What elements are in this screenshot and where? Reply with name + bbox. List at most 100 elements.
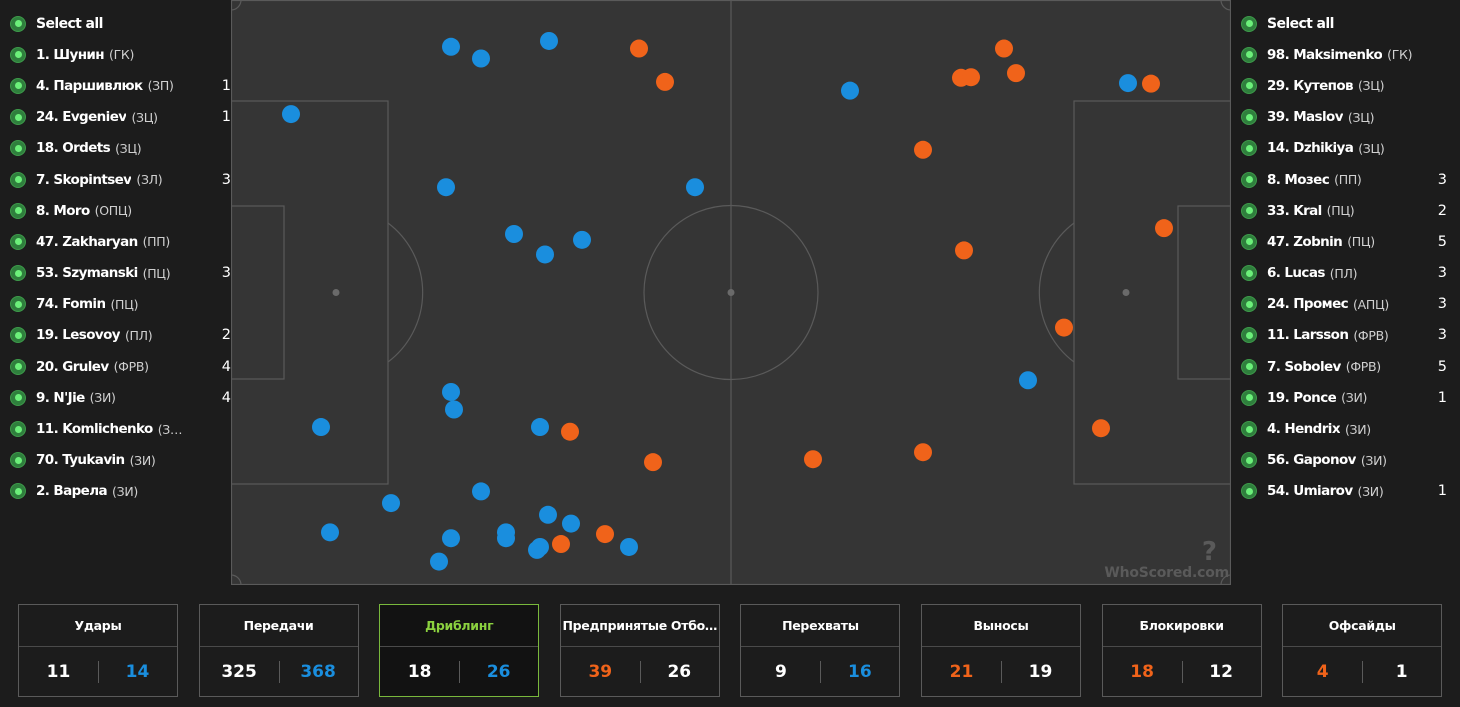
player-row[interactable]: 74. Fomin (ПЦ) [10,289,235,320]
home-event-dot[interactable] [472,482,490,501]
away-select-all[interactable]: Select all [1241,8,1451,39]
home-event-dot[interactable] [573,230,591,249]
player-row[interactable]: 1. Шунин (ГК) [10,39,235,70]
player-row[interactable]: 20. Grulev (ФРВ) 4 [10,351,235,382]
home-event-dot[interactable] [442,37,460,56]
player-event-count: 3 [221,171,231,188]
player-row[interactable]: 4. Hendrix (ЗИ) [1241,413,1451,444]
home-event-dot[interactable] [505,225,523,243]
away-event-dot[interactable] [914,140,932,159]
home-event-dot[interactable] [841,81,859,100]
player-row[interactable]: 47. Zobnin (ПЦ) 5 [1241,226,1451,257]
away-event-dot[interactable] [561,422,579,441]
stat-left-value: 18 [407,662,432,682]
home-event-dot[interactable] [620,537,638,556]
player-row[interactable]: 24. Evgeniev (ЗЦ) 1 [10,102,235,133]
away-event-dot[interactable] [1142,74,1160,93]
away-event-dot[interactable] [962,68,980,87]
player-row[interactable]: 53. Szymanski (ПЦ) 3 [10,258,235,289]
player-position: (ЗЦ) [131,109,158,125]
home-event-dot[interactable] [442,529,460,548]
player-row[interactable]: 98. Maksimenko (ГК) [1241,39,1451,70]
home-event-dot[interactable] [539,505,557,524]
player-row[interactable]: 11. Larsson (ФРВ) 3 [1241,320,1451,351]
stat-title: Офсайды [1283,605,1442,647]
away-event-dot[interactable] [552,535,570,554]
player-name: 24. Evgeniev [36,109,127,126]
stat-tab[interactable]: Предпринятые Отбо… 39 26 [559,604,720,697]
home-event-dot[interactable] [437,178,455,197]
player-row[interactable]: 6. Lucas (ПЛ) 3 [1241,258,1451,289]
player-event-count: 1 [1437,389,1447,406]
away-event-dot[interactable] [804,450,822,469]
home-event-dot[interactable] [497,529,515,548]
home-event-dot[interactable] [536,245,554,264]
player-row[interactable]: 70. Tyukavin (ЗИ) [10,445,235,476]
home-event-dot[interactable] [686,178,704,197]
player-row[interactable]: 54. Umiarov (ЗИ) 1 [1241,476,1451,507]
player-name: 19. Lesovoy [36,327,120,344]
away-event-dot[interactable] [914,443,932,462]
away-event-dot[interactable] [596,525,614,544]
player-position: (ФРВ) [113,359,149,375]
player-row[interactable]: 7. Sobolev (ФРВ) 5 [1241,351,1451,382]
home-event-dot[interactable] [282,105,300,124]
home-select-all[interactable]: Select all [10,8,235,39]
player-row[interactable]: 14. Dzhikiya (ЗЦ) [1241,133,1451,164]
player-name: 47. Zakharyan [36,233,138,250]
stat-tab[interactable]: Дриблинг 18 26 [379,604,540,697]
player-row[interactable]: 24. Промес (АПЦ) 3 [1241,289,1451,320]
player-row[interactable]: 47. Zakharyan (ПП) [10,226,235,257]
player-name: 20. Grulev [36,358,109,375]
player-row[interactable]: 9. N'Jie (ЗИ) 4 [10,382,235,413]
stat-tab[interactable]: Перехваты 9 16 [740,604,901,697]
away-event-dot[interactable] [1055,318,1073,337]
player-name: 70. Tyukavin [36,452,125,469]
away-event-dot[interactable] [1007,64,1025,83]
away-event-dot[interactable] [630,39,648,58]
home-event-dot[interactable] [562,514,580,533]
home-event-dot[interactable] [382,494,400,513]
player-row[interactable]: 7. Skopintsev (ЗЛ) 3 [10,164,235,195]
player-row[interactable]: 56. Gaponov (ЗИ) [1241,445,1451,476]
stat-tab[interactable]: Удары 11 14 [18,604,178,697]
player-row[interactable]: 8. Мозес (ПП) 3 [1241,164,1451,195]
player-row[interactable]: 39. Maslov (ЗЦ) [1241,102,1451,133]
home-event-dot[interactable] [321,523,339,542]
stat-tab[interactable]: Передачи 325 368 [198,604,359,697]
home-event-dot[interactable] [531,537,549,556]
player-name: 19. Ponce [1267,389,1337,406]
player-row[interactable]: 19. Ponce (ЗИ) 1 [1241,382,1451,413]
away-event-dot[interactable] [656,72,674,91]
home-event-dot[interactable] [430,552,448,571]
away-event-dot[interactable] [1092,419,1110,438]
player-position: (ЗЦ) [115,140,142,156]
home-event-dot[interactable] [442,382,460,401]
away-event-dot[interactable] [1155,219,1173,238]
player-row[interactable]: 11. Komlichenko (З… [10,413,235,444]
player-row[interactable]: 33. Kral (ПЦ) 2 [1241,195,1451,226]
home-event-dot[interactable] [1119,74,1137,93]
home-event-dot[interactable] [472,49,490,68]
player-row[interactable]: 8. Moro (ОПЦ) [10,195,235,226]
player-row[interactable]: 19. Lesovoy (ПЛ) 2 [10,320,235,351]
player-row[interactable]: 29. Кутепов (ЗЦ) [1241,70,1451,101]
home-event-dot[interactable] [531,418,549,437]
player-name: 18. Ordets [36,140,111,157]
away-event-dot[interactable] [955,241,973,260]
stat-tab[interactable]: Офсайды 4 1 [1282,604,1443,697]
stat-tab[interactable]: Блокировки 18 12 [1101,604,1262,697]
away-event-dot[interactable] [995,39,1013,58]
checked-icon [10,109,26,126]
home-event-dot[interactable] [312,418,330,437]
player-row[interactable]: 2. Варела (ЗИ) [10,476,235,507]
player-name: 54. Umiarov [1267,483,1353,500]
home-event-dot[interactable] [445,400,463,419]
player-row[interactable]: 18. Ordets (ЗЦ) [10,133,235,164]
away-event-dot[interactable] [644,453,662,472]
stat-left-value: 325 [221,662,257,682]
home-event-dot[interactable] [540,31,558,50]
player-row[interactable]: 4. Паршивлюк (ЗП) 1 [10,70,235,101]
stat-tab[interactable]: Выносы 21 19 [921,604,1081,697]
home-event-dot[interactable] [1019,371,1037,390]
